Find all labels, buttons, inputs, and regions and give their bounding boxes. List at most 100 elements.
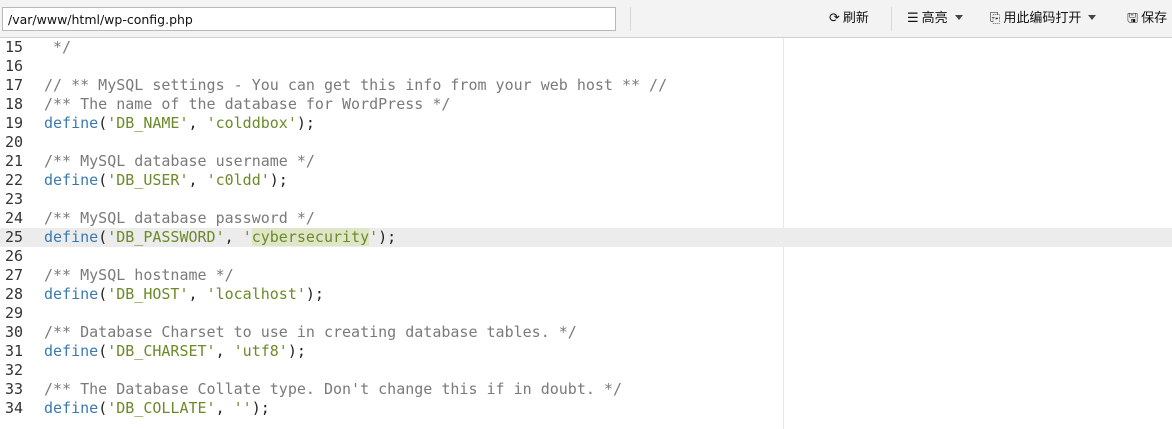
line-number: 32: [5, 361, 24, 379]
line-code: define('DB_NAME', 'colddbox');: [44, 114, 315, 133]
code-line[interactable]: 30 /** Database Charset to use in creatin…: [0, 323, 1172, 342]
code-string-value: '': [233, 399, 252, 417]
code-comment: */: [44, 38, 72, 56]
line-number: 19: [5, 114, 24, 132]
code-line[interactable]: 22 define('DB_USER', 'c0ldd');: [0, 171, 1172, 190]
line-code: define('DB_CHARSET', 'utf8');: [44, 342, 306, 361]
code-string-key: 'DB_PASSWORD': [107, 228, 225, 246]
code-line[interactable]: 21 /** MySQL database username */: [0, 152, 1172, 171]
line-number: 15: [5, 38, 24, 56]
code-string-value: 'localhost': [206, 285, 306, 303]
code-paren: (: [98, 399, 108, 417]
code-line[interactable]: 34 define('DB_COLLATE', '');: [0, 399, 1172, 418]
code-separator: ,: [188, 114, 207, 132]
code-function: define: [44, 285, 99, 303]
code-line[interactable]: 33 /** The Database Collate type. Don't c…: [0, 380, 1172, 399]
chevron-down-icon: [1088, 15, 1097, 20]
line-number: 31: [5, 342, 24, 360]
code-function: define: [44, 399, 99, 417]
line-code: /** MySQL database username */: [44, 152, 315, 171]
code-line[interactable]: 26: [0, 247, 1172, 266]
code-paren: (: [98, 114, 108, 132]
code-line[interactable]: 32: [0, 361, 1172, 380]
code-line[interactable]: 18 /** The name of the database for WordP…: [0, 95, 1172, 114]
code-separator: ,: [188, 285, 207, 303]
line-number: 22: [5, 171, 24, 189]
code-paren: (: [98, 285, 108, 303]
line-number: 34: [5, 399, 24, 417]
line-number: 33: [5, 380, 24, 398]
code-separator: ,: [188, 171, 207, 189]
highlighted-word: cybersecurity: [251, 228, 370, 246]
code-comment: /** Database Charset to use in creating …: [44, 323, 577, 341]
code-terminator: );: [378, 228, 397, 246]
refresh-button[interactable]: ⟳ 刷新: [829, 0, 869, 38]
code-line[interactable]: 29: [0, 304, 1172, 323]
file-open-icon: ⎘: [990, 11, 1001, 26]
line-number: 17: [5, 76, 24, 94]
open-with-encoding-label: 用此编码打开: [1003, 11, 1082, 26]
code-line[interactable]: 28 define('DB_HOST', 'localhost');: [0, 285, 1172, 304]
list-icon: ☰: [907, 11, 919, 26]
code-line[interactable]: 24 /** MySQL database password */: [0, 209, 1172, 228]
refresh-label: 刷新: [842, 11, 869, 26]
code-terminator: );: [287, 342, 306, 360]
line-number: 23: [5, 190, 24, 208]
line-code: define('DB_HOST', 'localhost');: [44, 285, 324, 304]
code-line[interactable]: 31 define('DB_CHARSET', 'utf8');: [0, 342, 1172, 361]
line-number: 28: [5, 285, 24, 303]
line-number: 20: [5, 133, 24, 151]
code-line[interactable]: 17 // ** MySQL settings - You can get thi…: [0, 76, 1172, 95]
code-separator: ,: [224, 228, 243, 246]
open-with-encoding-dropdown[interactable]: ⎘ 用此编码打开: [990, 0, 1097, 38]
code-line-active[interactable]: 25 define('DB_PASSWORD', 'cybersecurity')…: [0, 228, 1172, 247]
code-comment: /** MySQL database password */: [44, 209, 315, 227]
highlight-dropdown[interactable]: ☰ 高亮: [907, 0, 963, 38]
code-string-value: 'c0ldd': [206, 171, 270, 189]
code-string-quote: ': [242, 228, 252, 246]
code-string-key: 'DB_HOST': [107, 285, 189, 303]
line-code: /** The name of the database for WordPre…: [44, 95, 450, 114]
code-terminator: );: [269, 171, 288, 189]
code-function: define: [44, 114, 99, 132]
code-string-value: 'utf8': [233, 342, 288, 360]
code-editor[interactable]: 15 */16 17// ** MySQL settings - You can …: [0, 38, 1172, 429]
file-path-input[interactable]: [2, 7, 616, 31]
line-code: define('DB_PASSWORD', 'cybersecurity');: [44, 228, 396, 247]
code-line[interactable]: 15 */: [0, 38, 1172, 57]
line-number: 25: [5, 228, 24, 246]
code-function: define: [44, 228, 99, 246]
line-code: // ** MySQL settings - You can get this …: [44, 76, 667, 95]
code-line[interactable]: 23: [0, 190, 1172, 209]
refresh-icon: ⟳: [829, 11, 840, 26]
line-number: 18: [5, 95, 24, 113]
chevron-down-icon: [954, 15, 963, 20]
code-comment: /** MySQL database username */: [44, 152, 315, 170]
line-number: 21: [5, 152, 24, 170]
line-code: /** MySQL database password */: [44, 209, 315, 228]
code-separator: ,: [215, 342, 234, 360]
code-string-key: 'DB_USER': [107, 171, 189, 189]
line-number: 27: [5, 266, 24, 284]
code-lines: 15 */16 17// ** MySQL settings - You can …: [0, 38, 1172, 418]
line-number: 30: [5, 323, 24, 341]
code-line[interactable]: 19 define('DB_NAME', 'colddbox');: [0, 114, 1172, 133]
code-line[interactable]: 27 /** MySQL hostname */: [0, 266, 1172, 285]
code-string-key: 'DB_NAME': [107, 114, 189, 132]
toolbar-divider: [630, 7, 631, 31]
save-icon: 🖫: [1127, 11, 1139, 26]
code-terminator: );: [305, 285, 324, 303]
line-number: 16: [5, 57, 24, 75]
code-function: define: [44, 171, 99, 189]
code-line[interactable]: 16: [0, 57, 1172, 76]
highlight-label: 高亮: [921, 11, 948, 26]
save-button[interactable]: 🖫 保存: [1127, 0, 1167, 38]
code-terminator: );: [296, 114, 315, 132]
code-line[interactable]: 20: [0, 133, 1172, 152]
code-comment: /** The Database Collate type. Don't cha…: [44, 380, 622, 398]
line-code: define('DB_COLLATE', '');: [44, 399, 270, 418]
line-code: /** Database Charset to use in creating …: [44, 323, 577, 342]
code-comment: // ** MySQL settings - You can get this …: [44, 76, 668, 94]
code-comment: /** The name of the database for WordPre…: [44, 95, 451, 113]
save-label: 保存: [1141, 11, 1168, 26]
